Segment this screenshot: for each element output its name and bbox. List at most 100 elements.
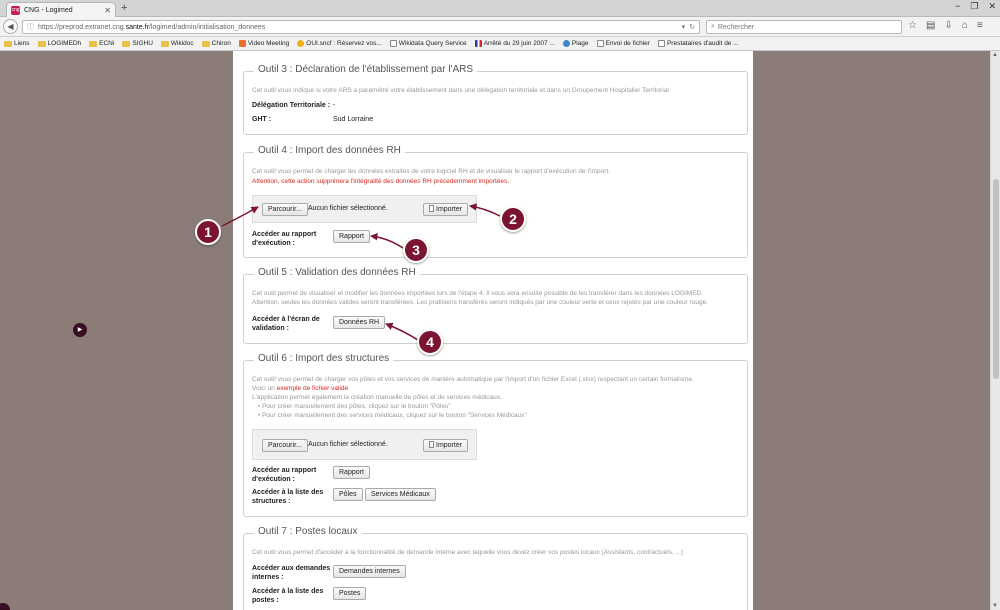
callout-badge-3: 3: [403, 237, 429, 263]
bookmark-star-icon[interactable]: ☆: [908, 20, 917, 31]
page-icon: [596, 40, 604, 47]
tab-title: CNG - Logimed: [24, 6, 73, 14]
new-tab-button[interactable]: +: [121, 2, 127, 14]
maximize-icon[interactable]: ❐: [970, 1, 978, 12]
bullet-services: • Pour créer manuellement des services m…: [258, 412, 527, 419]
cng-favicon-icon: cng: [11, 5, 20, 15]
close-tab-icon[interactable]: ✕: [104, 6, 111, 15]
import-button[interactable]: Importer: [423, 203, 469, 216]
minimize-icon[interactable]: −: [955, 1, 960, 12]
document-icon: [429, 205, 434, 212]
bookmark-wikidata[interactable]: Wikidata Query Service: [389, 40, 467, 47]
bookmark-liens[interactable]: Liens: [4, 40, 30, 47]
home-icon[interactable]: ⌂: [962, 20, 968, 31]
section-title: Outil 4 : Import des données RH: [254, 145, 405, 156]
section-description: Cet outil vous permet de charger les don…: [252, 168, 610, 175]
file-status-text: Aucun fichier sélectionné.: [308, 441, 388, 448]
delegation-value: -: [333, 102, 336, 109]
search-icon: ⌕: [711, 23, 715, 30]
section-description: Cet outil vous permet de charger vos pôl…: [252, 376, 694, 383]
manual-creation-text: L'application permet également la créati…: [252, 394, 502, 401]
section-title: Outil 6 : Import des structures: [254, 353, 394, 364]
bookmark-video-meeting[interactable]: Video Meeting: [238, 40, 289, 47]
bookmark-ecni[interactable]: ECNi: [89, 40, 114, 47]
demandes-label: Accéder aux demandes internes :: [252, 565, 331, 581]
example-file-link[interactable]: exemple de fichier valide: [277, 385, 349, 392]
scroll-thumb[interactable]: [993, 179, 999, 379]
bookmark-sncf[interactable]: OUI.sncf : Réservez vos...: [297, 40, 382, 47]
browser-tab[interactable]: cng CNG - Logimed ✕: [6, 2, 116, 17]
url-bar[interactable]: ⓘ https://preprod.extranet.cng.sante.fr/…: [22, 20, 700, 34]
reload-icon[interactable]: ↻: [689, 23, 695, 31]
bookmark-prestataires[interactable]: Prestataires d'audit de ...: [657, 40, 739, 47]
search-input[interactable]: ⌕ Rechercher: [706, 20, 902, 34]
bookmark-chiron[interactable]: Chiron: [201, 40, 231, 47]
callout-badge-1: 1: [195, 219, 221, 245]
bookmark-logimedh[interactable]: LOGIMEDh: [37, 40, 81, 47]
poles-button[interactable]: Pôles: [333, 488, 363, 501]
bookmark-wikidoc[interactable]: Wikidoc: [160, 40, 194, 47]
folder-icon: [89, 40, 98, 47]
bookmark-plage[interactable]: Plage: [562, 40, 589, 47]
vertical-scrollbar[interactable]: ▲ ▼: [990, 51, 1000, 610]
callout-badge-4: 4: [417, 329, 443, 355]
folder-icon: [201, 40, 210, 47]
info-icon[interactable]: ⓘ: [27, 22, 34, 32]
file-upload-box: Parcourir... Aucun fichier sélectionné. …: [252, 429, 477, 460]
main-content: Outil 3 : Déclaration de l'établissement…: [233, 51, 753, 610]
reading-list-icon[interactable]: ▤: [926, 20, 935, 31]
dropdown-icon[interactable]: ▾: [682, 23, 686, 31]
warning-text: Attention, cette action supprimera l'int…: [252, 178, 510, 185]
rapport-label: Accéder au rapport d'exécution :: [252, 467, 317, 483]
bookmark-envoi-fichier[interactable]: Envoi de fichier: [596, 40, 650, 47]
browse-button[interactable]: Parcourir...: [262, 439, 308, 452]
bookmarks-bar: Liens LOGIMEDh ECNi SIGHU Wikidoc Chiron…: [0, 37, 1000, 51]
section-description: Cet outil permet de visualiser et modifi…: [252, 290, 704, 297]
close-window-icon[interactable]: ✕: [988, 1, 996, 12]
scroll-down-icon[interactable]: ▼: [992, 603, 998, 609]
section-outil-4: Outil 4 : Import des données RH Cet outi…: [243, 145, 748, 258]
folder-icon: [4, 40, 12, 47]
flag-icon: [474, 40, 482, 47]
back-icon[interactable]: ◀: [3, 19, 18, 34]
demandes-internes-button[interactable]: Demandes internes: [333, 565, 406, 578]
callout-badge-2: 2: [500, 206, 526, 232]
scroll-up-icon[interactable]: ▲: [992, 52, 998, 58]
search-placeholder: Rechercher: [717, 23, 755, 31]
menu-icon[interactable]: ≡: [977, 20, 983, 31]
section-description: Cet outil vous permet d'accéder à la fon…: [252, 549, 684, 556]
structures-label: Accéder à la liste des structures :: [252, 489, 324, 505]
section-description: Cet outil vous indique si votre ARS a pa…: [252, 87, 669, 94]
postes-button[interactable]: Postes: [333, 587, 367, 600]
browse-button[interactable]: Parcourir...: [262, 203, 308, 216]
ght-value: Sud Lorraine: [333, 116, 374, 123]
section-title: Outil 7 : Postes locaux: [254, 526, 362, 537]
rapport-button[interactable]: Rapport: [333, 230, 370, 243]
section-outil-3: Outil 3 : Déclaration de l'établissement…: [243, 64, 748, 135]
bookmark-sighu[interactable]: SIGHU: [122, 40, 153, 47]
file-upload-box: Parcourir... Aucun fichier sélectionné. …: [252, 195, 477, 223]
folder-icon: [160, 40, 169, 47]
page-icon: [389, 40, 397, 47]
globe-icon: [562, 40, 570, 47]
validation-label: Accéder à l'écran de validation :: [252, 316, 320, 332]
services-medicaux-button[interactable]: Services Médicaux: [365, 488, 436, 501]
download-icon[interactable]: ⇩: [944, 20, 952, 31]
folder-icon: [37, 40, 46, 47]
section-title: Outil 3 : Déclaration de l'établissement…: [254, 64, 478, 75]
toolbar-icons: ☆ ▤ ⇩ ⌂ ≡: [908, 20, 983, 31]
donnees-rh-button[interactable]: Données RH: [333, 316, 386, 329]
bookmark-arrete[interactable]: Arrêté du 29 juin 2007 ...: [474, 40, 555, 47]
folder-icon: [122, 40, 131, 47]
section-outil-7: Outil 7 : Postes locaux Cet outil vous p…: [243, 526, 748, 610]
window-controls: − ❐ ✕: [955, 1, 996, 12]
section-outil-6: Outil 6 : Import des structures Cet outi…: [243, 353, 748, 517]
section-outil-5: Outil 5 : Validation des données RH Cet …: [243, 267, 748, 344]
page-icon: [657, 40, 665, 47]
import-button[interactable]: Importer: [423, 439, 469, 452]
example-line: Voici un exemple de fichier valide: [252, 385, 349, 392]
rapport-button[interactable]: Rapport: [333, 466, 370, 479]
navigation-bar: ◀ ⓘ https://preprod.extranet.cng.sante.f…: [0, 17, 1000, 37]
delegation-label: Délégation Territoriale :: [252, 102, 331, 109]
play-icon[interactable]: ▶: [73, 323, 87, 337]
